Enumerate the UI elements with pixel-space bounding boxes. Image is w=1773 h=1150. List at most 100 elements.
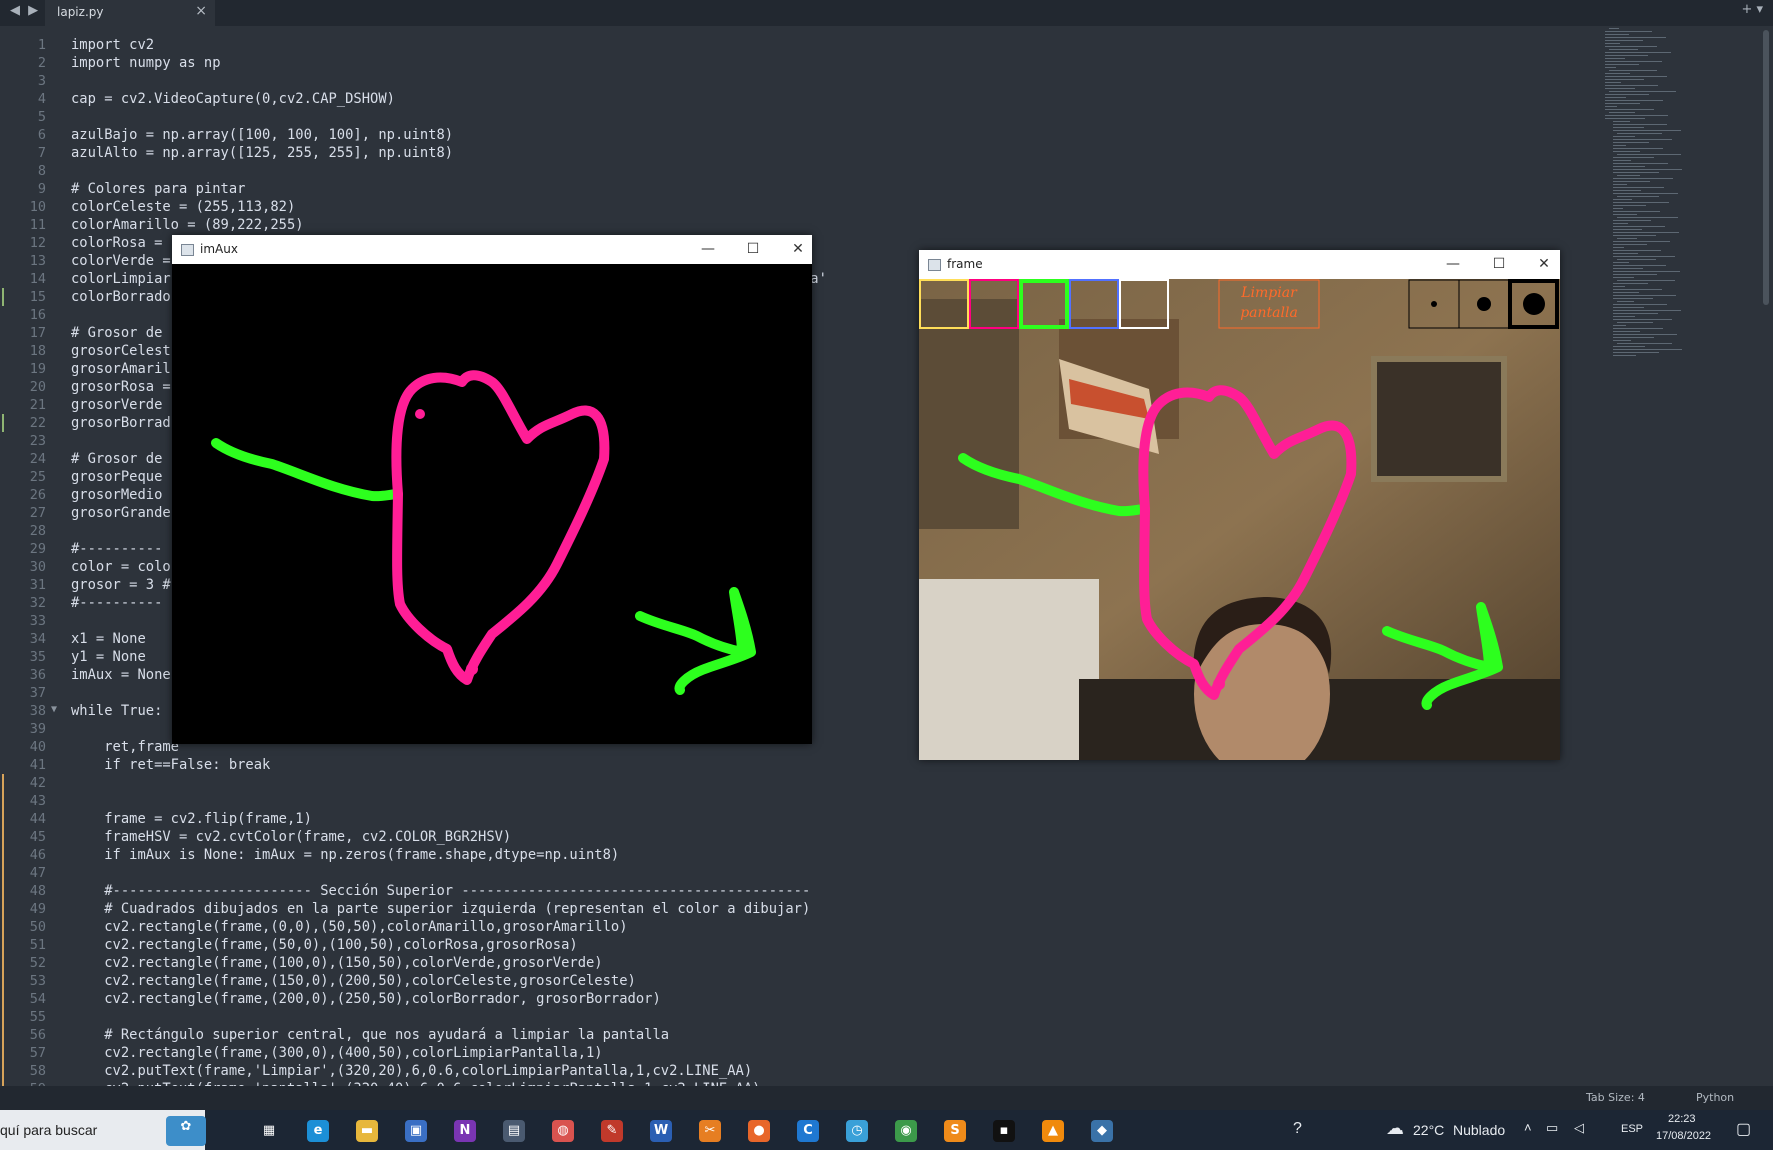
tab-size-indicator[interactable]: Tab Size: 4	[1586, 1091, 1645, 1104]
sublime-icon[interactable]: S	[944, 1120, 966, 1142]
vlc-icon[interactable]: ▲	[1042, 1120, 1064, 1142]
code-line[interactable]: grosorBorrad	[71, 414, 171, 432]
word-icon[interactable]: W	[650, 1120, 672, 1142]
code-line[interactable]: while True:	[71, 702, 162, 720]
code-line[interactable]: azulAlto = np.array([125, 255, 255], np.…	[71, 144, 453, 162]
code-line[interactable]: grosorCelest	[71, 342, 171, 360]
git-gutter-mark	[2, 1026, 4, 1044]
file-explorer-icon[interactable]: ▬	[356, 1120, 378, 1142]
code-line[interactable]: grosorPeque	[71, 468, 162, 486]
clock-icon[interactable]: ◷	[846, 1120, 868, 1142]
minimize-icon[interactable]: —	[694, 238, 722, 260]
code-line[interactable]: grosorRosa =	[71, 378, 171, 396]
code-line[interactable]: frameHSV = cv2.cvtColor(frame, cv2.COLOR…	[71, 828, 511, 846]
imaux-window[interactable]: imAux — ☐ ✕	[172, 235, 812, 744]
notifications-icon[interactable]: ▢	[1736, 1119, 1751, 1139]
tab-close-icon[interactable]: ×	[195, 3, 207, 19]
store-icon[interactable]: ▣	[405, 1120, 427, 1142]
code-line[interactable]: colorBorrado	[71, 288, 171, 306]
code-line[interactable]: # Colores para pintar	[71, 180, 245, 198]
frame-titlebar[interactable]: frame — ☐ ✕	[919, 250, 1560, 279]
code-line[interactable]: #----------	[71, 540, 162, 558]
help-icon[interactable]: ?	[1293, 1120, 1302, 1138]
terminal-icon[interactable]: ▪	[993, 1120, 1015, 1142]
code-line[interactable]: if imAux is None: imAux = np.zeros(frame…	[71, 846, 619, 864]
minimap-line	[1617, 133, 1662, 134]
code-line[interactable]: # Rectángulo superior central, que nos a…	[71, 1026, 669, 1044]
line-number: 48	[29, 883, 46, 899]
code-line[interactable]: cv2.rectangle(frame,(100,0),(150,50),col…	[71, 954, 602, 972]
code-line[interactable]: grosor = 3 #	[71, 576, 171, 594]
clock-time[interactable]: 22:23	[1668, 1113, 1696, 1125]
code-line[interactable]: cv2.rectangle(frame,(150,0),(200,50),col…	[71, 972, 636, 990]
code-line[interactable]: frame = cv2.flip(frame,1)	[71, 810, 312, 828]
weather-text[interactable]: Nublado	[1453, 1122, 1505, 1138]
code-line[interactable]: x1 = None	[71, 630, 146, 648]
cloud-icon[interactable]: ☁	[1386, 1118, 1404, 1139]
pen-icon[interactable]: ✎	[601, 1120, 623, 1142]
code-line[interactable]: cv2.rectangle(frame,(50,0),(100,50),colo…	[71, 936, 577, 954]
imaux-titlebar[interactable]: imAux — ☐ ✕	[172, 235, 812, 264]
code-line[interactable]: # Grosor de	[71, 450, 162, 468]
code-line[interactable]: grosorMedio	[71, 486, 162, 504]
maximize-icon[interactable]: ☐	[1485, 253, 1513, 275]
syntax-indicator[interactable]: Python	[1696, 1091, 1734, 1104]
code-line[interactable]: import cv2	[71, 36, 154, 54]
code-line[interactable]: if ret==False: break	[71, 756, 270, 774]
code-line[interactable]: cv2.putText(frame,'Limpiar',(320,20),6,0…	[71, 1062, 752, 1080]
tab-lapiz-py[interactable]: lapiz.py ×	[45, 0, 215, 26]
line-number: 55	[29, 1009, 46, 1025]
chrome-icon[interactable]: ◉	[895, 1120, 917, 1142]
code-line[interactable]: imAux = None	[71, 666, 171, 684]
tab-controls[interactable]: + ▾	[1741, 2, 1763, 17]
code-line[interactable]: colorVerde =	[71, 252, 171, 270]
tab-nav-arrows[interactable]: ◀ ▶	[10, 3, 40, 18]
code-line[interactable]: cap = cv2.VideoCapture(0,cv2.CAP_DSHOW)	[71, 90, 395, 108]
python-icon[interactable]: ◆	[1091, 1120, 1113, 1142]
code-line[interactable]: grosorAmaril	[71, 360, 171, 378]
network-icon[interactable]: ▭	[1546, 1120, 1558, 1136]
code-line[interactable]: cv2.rectangle(frame,(0,0),(50,50),colorA…	[71, 918, 627, 936]
frame-window[interactable]: frame — ☐ ✕ Limpiar pantalla	[919, 250, 1560, 760]
code-line[interactable]: cv2.rectangle(frame,(200,0),(250,50),col…	[71, 990, 661, 1008]
temperature[interactable]: 22°C	[1413, 1122, 1444, 1138]
code-line[interactable]: azulBajo = np.array([100, 100, 100], np.…	[71, 126, 453, 144]
scrollbar[interactable]	[1763, 30, 1769, 305]
snip-icon[interactable]: ✂	[699, 1120, 721, 1142]
paint-icon[interactable]: ◍	[552, 1120, 574, 1142]
code-line[interactable]: grosorVerde	[71, 396, 162, 414]
line-number: 40	[29, 739, 46, 755]
task-view-icon[interactable]: ▦	[258, 1120, 280, 1142]
code-line[interactable]: # Grosor de	[71, 324, 162, 342]
code-line[interactable]: # Cuadrados dibujados en la parte superi…	[71, 900, 810, 918]
code-line[interactable]: cv2.rectangle(frame,(300,0),(400,50),col…	[71, 1044, 602, 1062]
c-app-icon[interactable]: C	[797, 1120, 819, 1142]
close-icon[interactable]: ✕	[1530, 253, 1558, 275]
maximize-icon[interactable]: ☐	[739, 238, 767, 260]
minimize-icon[interactable]: —	[1439, 253, 1467, 275]
volume-icon[interactable]: ◁	[1574, 1120, 1584, 1136]
calculator-icon[interactable]: ▤	[503, 1120, 525, 1142]
minimap[interactable]	[1605, 28, 1695, 368]
code-line[interactable]: #------------------------ Sección Superi…	[71, 882, 810, 900]
line-number: 43	[29, 793, 46, 809]
minimap-line	[1605, 88, 1635, 89]
search-input[interactable]: quí para buscar	[0, 1122, 97, 1138]
onenote-icon[interactable]: N	[454, 1120, 476, 1142]
code-line[interactable]: grosorGrande	[71, 504, 171, 522]
fold-arrow-icon[interactable]: ▼	[51, 704, 57, 715]
code-line[interactable]: import numpy as np	[71, 54, 221, 72]
code-line[interactable]: ret,frame	[71, 738, 179, 756]
chevron-up-icon[interactable]: ˄	[1524, 1120, 1532, 1135]
close-icon[interactable]: ✕	[784, 238, 812, 260]
code-line[interactable]: y1 = None	[71, 648, 146, 666]
clock-date[interactable]: 17/08/2022	[1656, 1130, 1711, 1142]
minimap-line	[1613, 313, 1658, 314]
minimap-line	[1613, 298, 1653, 299]
edge-icon[interactable]: e	[307, 1120, 329, 1142]
code-line[interactable]: colorAmarillo = (89,222,255)	[71, 216, 304, 234]
code-line[interactable]: color = colo	[71, 558, 171, 576]
code-line[interactable]: colorCeleste = (255,113,82)	[71, 198, 295, 216]
language-indicator[interactable]: ESP	[1621, 1123, 1643, 1135]
firefox-icon[interactable]: ●	[748, 1120, 770, 1142]
